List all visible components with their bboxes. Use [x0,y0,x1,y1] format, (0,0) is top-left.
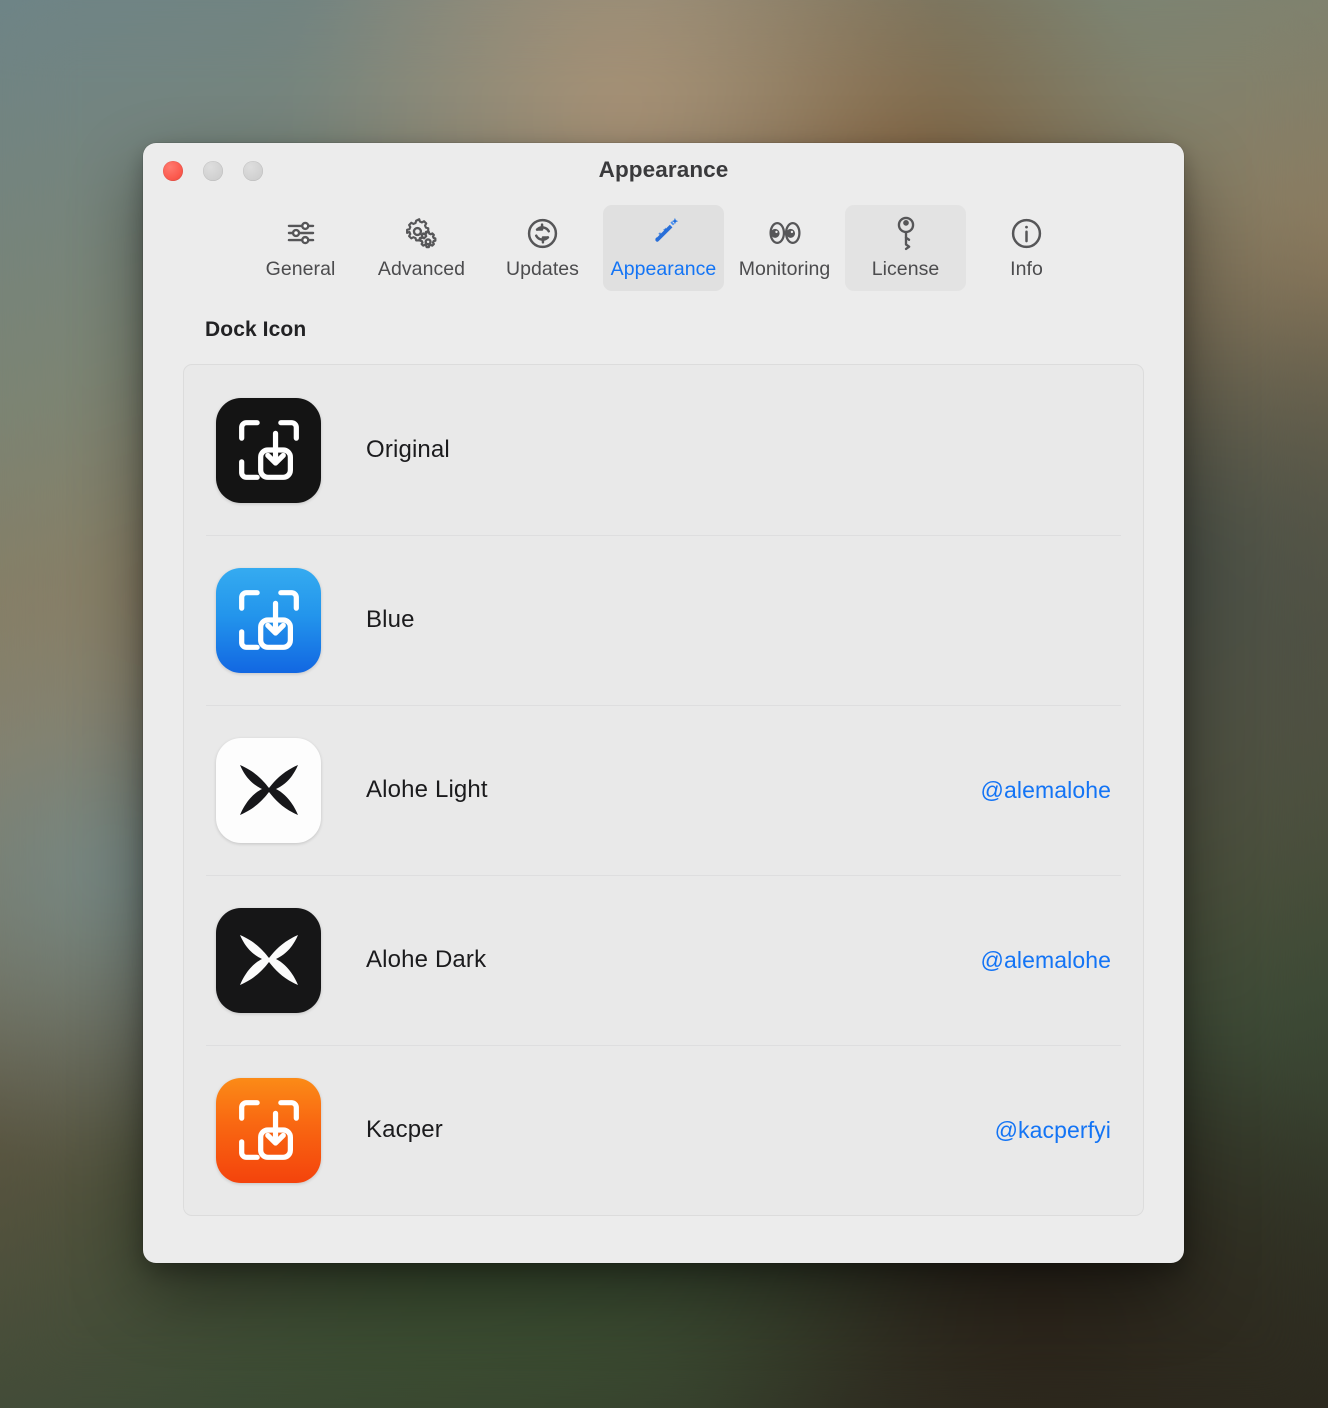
dock-icon-label: Original [366,436,450,463]
dock-icon-list: Original Blue Alohe Light @alemalohe Alo… [183,364,1144,1216]
section-title-dock-icon: Dock Icon [205,318,307,341]
eyes-icon [765,215,805,251]
gears-icon [404,215,440,251]
capture-download-icon [216,1077,321,1183]
refresh-icon [525,215,560,251]
window-titlebar[interactable]: Appearance [143,143,1184,205]
dock-icon-label: Alohe Light [366,776,488,803]
info-icon [1009,215,1044,251]
tab-appearance[interactable]: Appearance [603,205,724,291]
dock-icon-credit[interactable]: @alemalohe [981,947,1111,974]
tab-general[interactable]: General [240,205,361,291]
dock-icon-row-original[interactable]: Original [184,365,1143,535]
alohe-mark-icon [216,737,321,843]
tab-monitoring[interactable]: Monitoring [724,205,845,291]
dock-icon-row-kacper[interactable]: Kacper @kacperfyi [184,1045,1143,1215]
desktop-wallpaper: Appearance General Advanced Updates Appe… [0,0,1328,1408]
tab-advanced-label: Advanced [377,258,466,280]
dock-icon-row-alohe-light[interactable]: Alohe Light @alemalohe [184,705,1143,875]
window-title: Appearance [598,157,729,182]
preferences-window: Appearance General Advanced Updates Appe… [143,143,1184,1263]
capture-download-icon [216,567,321,673]
dock-icon-label: Kacper [366,1116,443,1143]
appearance-content: Dock Icon Original Blue Alohe Light @ale… [143,303,1184,1216]
tab-monitoring-label: Monitoring [738,258,831,280]
tab-advanced[interactable]: Advanced [361,205,482,291]
preferences-toolbar: General Advanced Updates Appearance Moni… [143,205,1184,303]
dock-icon-label: Alohe Dark [366,946,487,973]
sliders-icon [284,215,318,251]
tab-general-label: General [265,258,336,280]
tab-license[interactable]: License [845,205,966,291]
tab-info-label: Info [1010,258,1043,280]
alohe-mark-icon [216,907,321,1013]
tab-license-label: License [871,258,940,280]
magic-wand-icon [646,215,682,251]
dock-icon-label: Blue [366,606,415,633]
dock-icon-credit[interactable]: @alemalohe [981,777,1111,804]
dock-icon-row-alohe-dark[interactable]: Alohe Dark @alemalohe [184,875,1143,1045]
tab-updates-label: Updates [506,258,579,280]
dock-icon-row-blue[interactable]: Blue [184,535,1143,705]
dock-icon-credit[interactable]: @kacperfyi [995,1117,1111,1144]
key-icon [889,215,923,251]
tab-appearance-label: Appearance [610,258,717,280]
capture-download-icon [216,397,321,503]
tab-info[interactable]: Info [966,205,1087,291]
tab-updates[interactable]: Updates [482,205,603,291]
